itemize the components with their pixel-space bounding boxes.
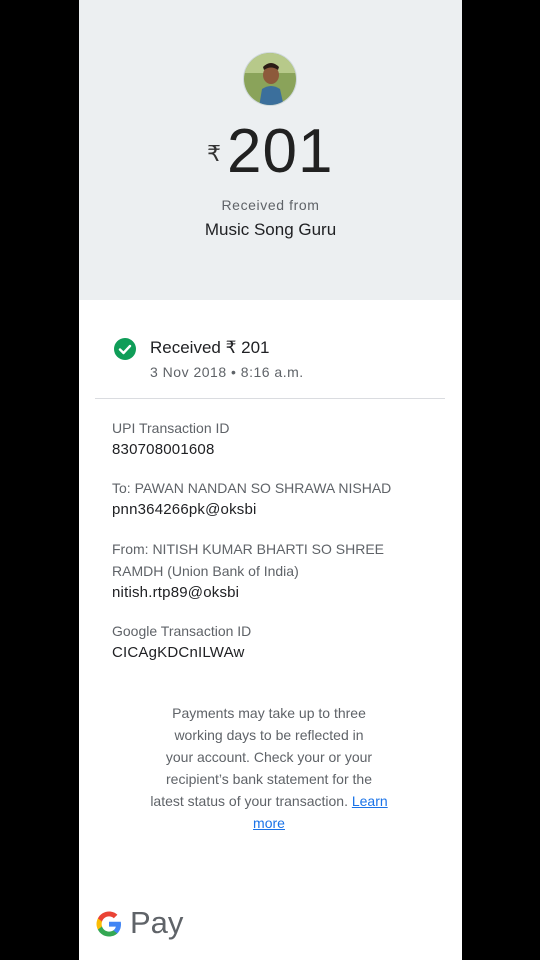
upi-transaction-field: UPI Transaction ID 830708001608 [112, 417, 422, 461]
to-field: To: PAWAN NANDAN SO SHRAWA NISHAD pnn364… [112, 477, 422, 521]
note-line-6: more [134, 812, 404, 834]
to-label: To: PAWAN NANDAN SO SHRAWA NISHAD [112, 480, 392, 496]
google-transaction-field: Google Transaction ID CICAgKDCnILWAw [112, 620, 422, 664]
to-upi-id[interactable]: pnn364266pk@oksbi [112, 499, 422, 521]
profile-photo [244, 53, 296, 105]
payment-header: ₹ 201 Received from Music Song Guru [79, 0, 462, 300]
learn-more-link[interactable]: Learn [352, 793, 388, 809]
payment-receipt-screen: ₹ 201 Received from Music Song Guru Rece… [79, 0, 462, 960]
processing-note: Payments may take up to three working da… [134, 702, 404, 834]
google-transaction-id[interactable]: CICAgKDCnILWAw [112, 642, 422, 664]
sender-name: Music Song Guru [204, 220, 337, 239]
from-field: From: NITISH KUMAR BHARTI SO SHREE RAMDH… [112, 538, 422, 604]
upi-transaction-label: UPI Transaction ID [112, 420, 230, 436]
divider [95, 398, 445, 399]
note-line-5: latest status of your transaction. Learn [134, 790, 404, 812]
google-transaction-label: Google Transaction ID [112, 623, 252, 639]
note-line-2: working days to be reflected in [174, 727, 364, 743]
status-label: Received ₹ 201 [150, 338, 270, 357]
received-from-label: Received from [221, 197, 320, 213]
google-g-icon [96, 911, 121, 937]
upi-transaction-id[interactable]: 830708001608 [112, 439, 422, 461]
from-label-line2: RAMDH (Union Bank of India) [112, 563, 299, 579]
note-line-1: Payments may take up to three [172, 705, 366, 721]
from-label-line1: From: NITISH KUMAR BHARTI SO SHREE [112, 541, 384, 557]
status-timestamp: 3 Nov 2018 • 8:16 a.m. [150, 364, 304, 380]
note-line-4: recipient’s bank statement for the [166, 771, 372, 787]
avatar[interactable] [243, 52, 297, 106]
note-line-5-text: latest status of your transaction. [150, 793, 348, 809]
note-line-3: your account. Check your or your [165, 749, 373, 765]
check-circle-icon [114, 338, 136, 360]
from-upi-id[interactable]: nitish.rtp89@oksbi [112, 582, 422, 604]
learn-more-link-continued[interactable]: more [253, 815, 285, 831]
currency-symbol: ₹ [207, 141, 221, 166]
pay-wordmark: Pay [130, 905, 184, 940]
amount-value: 201 [227, 117, 334, 186]
status-row: Received ₹ 201 3 Nov 2018 • 8:16 a.m. [114, 338, 434, 388]
